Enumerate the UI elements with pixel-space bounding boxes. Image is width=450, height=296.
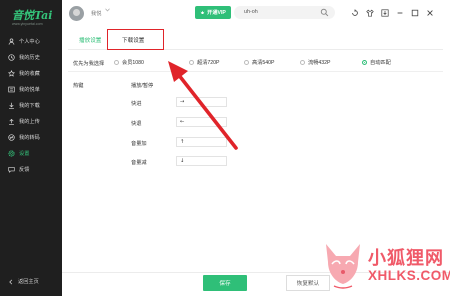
user-icon [8, 37, 15, 45]
quality-label: 优先为我选择 [73, 61, 105, 67]
sidebar-item-label: 我的转码 [19, 134, 40, 141]
back-home-label: 返回主页 [18, 279, 39, 285]
radio-quality-1080[interactable]: 会员1080 [114, 59, 144, 66]
sidebar-nav: 个人中心 我的历史 我的收藏 我的悦单 我的下载 我的上传 我的转码 设置 反馈 [0, 33, 62, 177]
hotkey-label-play-pause: 播放/暂停 [131, 83, 154, 89]
radio-label: 自动匹配 [370, 60, 391, 66]
radio-dot [189, 60, 194, 65]
upload-icon [8, 118, 15, 125]
radio-dot [300, 60, 305, 65]
clock-icon [8, 53, 15, 61]
app-logo-subtitle: www.yinyuetai.com [12, 22, 43, 26]
watermark-url: XHLKS.COM [368, 268, 450, 283]
radio-quality-auto[interactable]: 自动匹配 [362, 59, 391, 66]
top-bar: 我悦 开通VIP [62, 0, 450, 28]
sidebar: 音悦Tai www.yinyuetai.com 个人中心 我的历史 我的收藏 我… [0, 0, 62, 296]
vip-icon [200, 10, 205, 15]
hotkeys-label: 热键 [73, 83, 84, 89]
download-icon [8, 102, 15, 109]
sidebar-item-profile[interactable]: 个人中心 [0, 33, 62, 49]
maximize-icon[interactable] [408, 6, 422, 20]
settings-icon[interactable] [348, 6, 362, 20]
back-home-button[interactable]: 返回主页 [8, 278, 39, 285]
app-logo[interactable]: 音悦Tai [12, 7, 52, 23]
open-vip-label: 开通VIP [207, 10, 226, 16]
fox-logo-icon [326, 244, 360, 289]
close-icon[interactable] [423, 6, 437, 20]
sidebar-item-label: 我的悦单 [19, 86, 40, 93]
sidebar-item-downloads[interactable]: 我的下载 [0, 97, 62, 113]
radio-quality-432[interactable]: 流畅432P [300, 59, 331, 66]
radio-label: 高清540P [252, 60, 275, 66]
chevron-down-icon[interactable] [105, 8, 110, 14]
download-icon[interactable] [378, 6, 392, 20]
gear-icon [8, 149, 15, 157]
skin-icon[interactable] [363, 6, 377, 20]
minimize-icon[interactable] [393, 6, 407, 20]
star-icon [8, 69, 15, 77]
watermark-text: 小狐狸网 [368, 248, 444, 269]
sidebar-item-favorites[interactable]: 我的收藏 [0, 65, 62, 81]
radio-label: 会员1080 [122, 60, 144, 66]
radio-label: 流畅432P [308, 60, 331, 66]
sidebar-item-history[interactable]: 我的历史 [0, 49, 62, 65]
window-controls [348, 6, 438, 20]
sidebar-item-label: 我的收藏 [19, 70, 40, 77]
sidebar-item-label: 个人中心 [19, 38, 40, 45]
list-icon [8, 86, 15, 93]
feedback-icon [8, 166, 15, 173]
convert-icon [8, 133, 15, 141]
sidebar-item-settings[interactable]: 设置 [0, 145, 62, 161]
sidebar-item-label: 我的下载 [19, 102, 40, 109]
radio-quality-720[interactable]: 超清720P [189, 59, 220, 66]
sidebar-item-label: 反馈 [19, 166, 30, 173]
search-icon[interactable] [320, 8, 329, 17]
radio-dot-selected [362, 60, 367, 65]
radio-label: 超清720P [197, 60, 220, 66]
sidebar-item-playlists[interactable]: 我的悦单 [0, 81, 62, 97]
radio-dot [244, 60, 249, 65]
back-arrow-icon [8, 279, 14, 285]
sidebar-item-label: 设置 [19, 150, 30, 157]
hotkey-input-volume-down[interactable] [176, 156, 227, 166]
sidebar-item-transcode[interactable]: 我的转码 [0, 129, 62, 145]
sidebar-item-label: 我的历史 [19, 54, 40, 61]
hotkey-input-rewind[interactable] [176, 117, 227, 127]
hotkey-label-rewind: 快退 [131, 121, 142, 127]
highlight-box [107, 29, 164, 50]
save-button[interactable]: 保存 [203, 275, 247, 291]
tab-play-settings[interactable]: 播放设置 [79, 36, 101, 44]
hotkey-label-forward: 快进 [131, 101, 142, 107]
hotkey-input-forward[interactable] [176, 97, 227, 107]
username[interactable]: 我悦 [91, 10, 101, 17]
section-divider [68, 71, 443, 72]
sidebar-item-uploads[interactable]: 我的上传 [0, 113, 62, 129]
avatar[interactable] [69, 6, 84, 21]
hotkey-label-volume-down: 音量减 [131, 160, 147, 166]
hotkey-label-volume-up: 音量加 [131, 141, 147, 147]
sidebar-item-label: 我的上传 [19, 118, 40, 125]
radio-quality-540[interactable]: 高清540P [244, 59, 275, 66]
open-vip-button[interactable]: 开通VIP [195, 6, 231, 19]
hotkey-input-volume-up[interactable] [176, 137, 227, 147]
sidebar-item-feedback[interactable]: 反馈 [0, 161, 62, 177]
radio-dot [114, 60, 119, 65]
